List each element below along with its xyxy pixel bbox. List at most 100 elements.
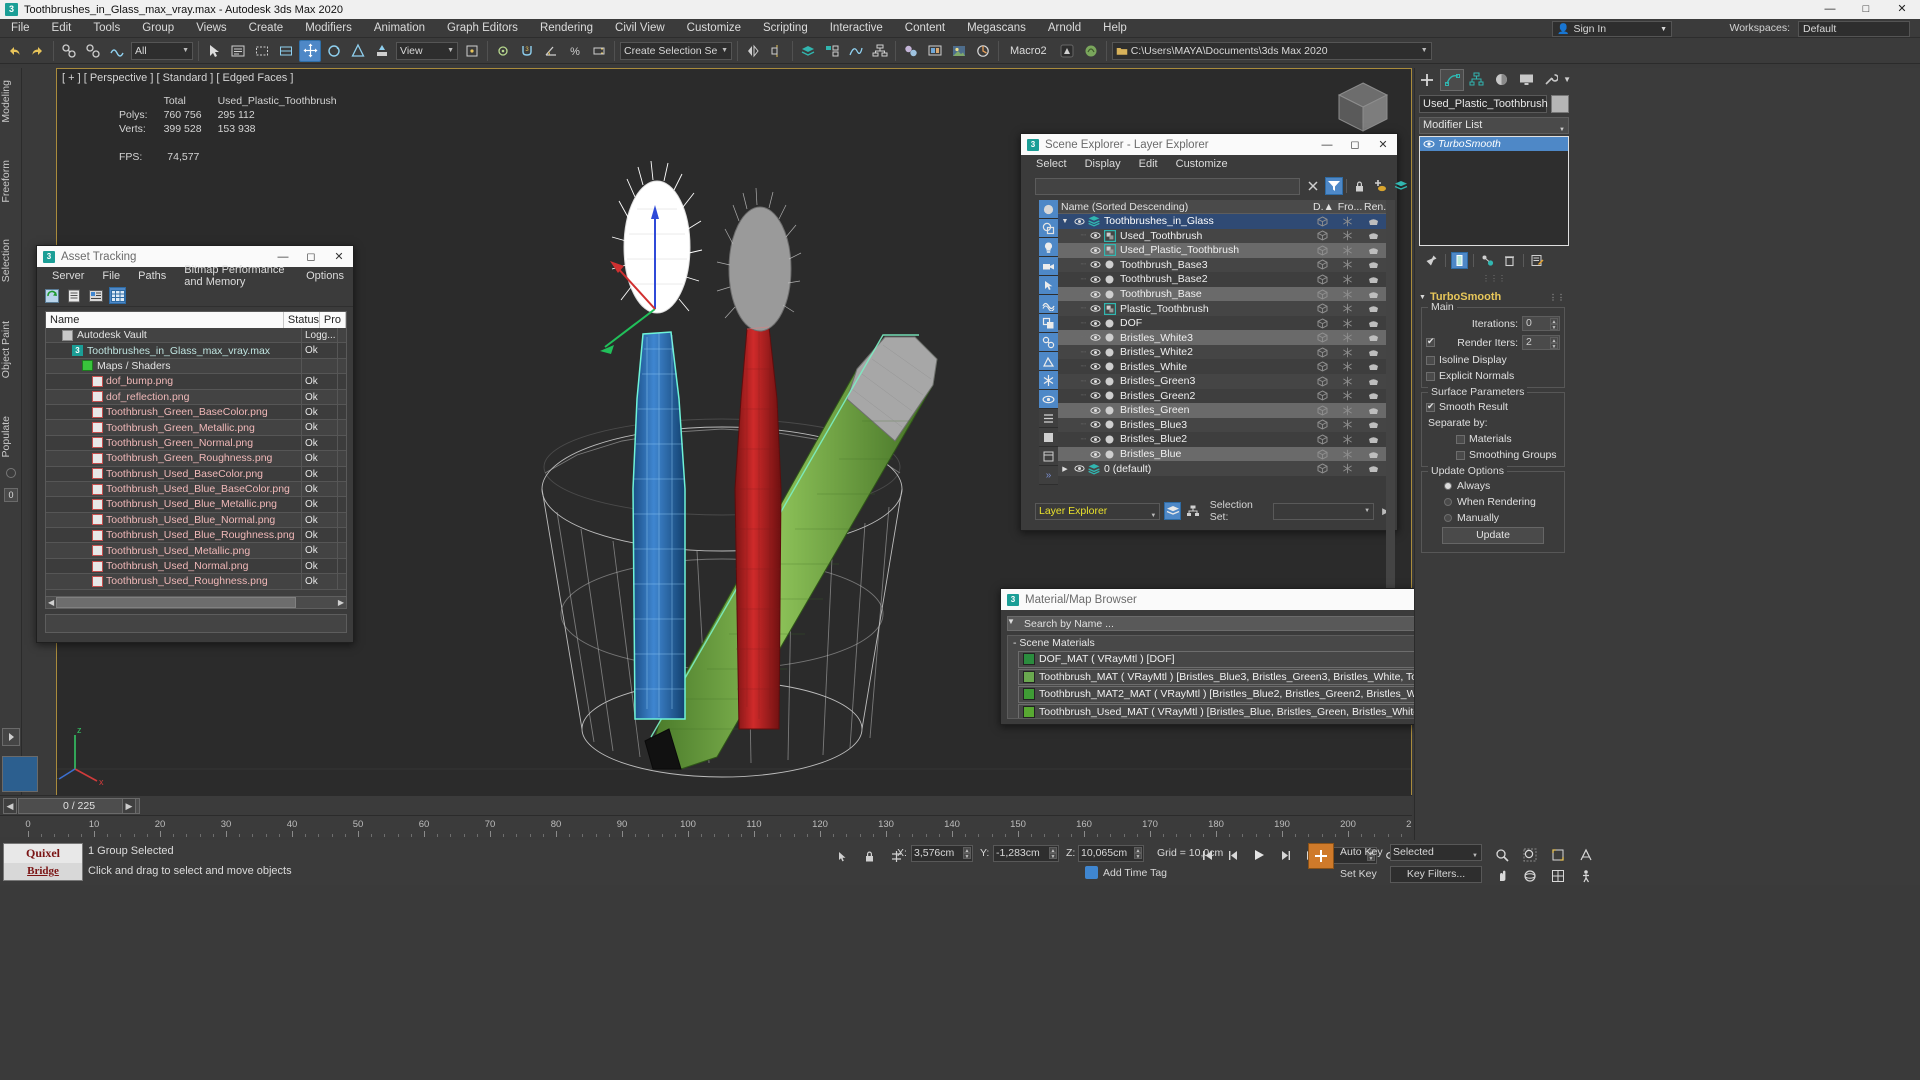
- filter-bones-icon[interactable]: [1039, 352, 1058, 371]
- manually-row[interactable]: Manually: [1426, 512, 1560, 524]
- select-link-button[interactable]: [58, 40, 80, 62]
- object-name-field[interactable]: Used_Plastic_Toothbrush: [1419, 95, 1548, 113]
- visibility-eye-icon[interactable]: [1072, 216, 1086, 227]
- visibility-eye-icon[interactable]: [1088, 419, 1102, 430]
- menu-item-modifiers[interactable]: Modifiers: [294, 19, 363, 38]
- display-column-icon[interactable]: [1317, 245, 1342, 256]
- menu-item-content[interactable]: Content: [894, 19, 956, 38]
- select-and-place-button[interactable]: [371, 40, 393, 62]
- render-iters-spinner[interactable]: ▲ ▼: [1550, 337, 1558, 350]
- scene-explorer-row[interactable]: ▼ Toothbrushes_in_Glass: [1058, 214, 1392, 229]
- scroll-right-icon[interactable]: ▶: [336, 598, 346, 607]
- menu-item-help[interactable]: Help: [1092, 19, 1138, 38]
- close-button[interactable]: ✕: [1884, 0, 1920, 19]
- remove-modifier-icon[interactable]: [1501, 252, 1518, 269]
- frozen-column-icon[interactable]: [1342, 216, 1367, 227]
- frozen-column-icon[interactable]: [1342, 390, 1367, 401]
- modifier-eye-icon[interactable]: [1420, 138, 1438, 150]
- auto-key-label[interactable]: Auto Key: [1340, 846, 1383, 858]
- mirror-button[interactable]: [742, 40, 764, 62]
- viewport-label[interactable]: [ + ] [ Perspective ] [ Standard ] [ Edg…: [62, 72, 293, 84]
- display-column-icon[interactable]: [1317, 216, 1342, 227]
- quixel-bridge-icon[interactable]: [1056, 40, 1078, 62]
- menu-item-create[interactable]: Create: [238, 19, 295, 38]
- menu-item-scripting[interactable]: Scripting: [752, 19, 819, 38]
- asset-tracking-grid[interactable]: Name Status Pro Autodesk Vault Logg... 3 To…: [45, 311, 347, 607]
- scene-menu-select[interactable]: Select: [1027, 158, 1076, 170]
- spinner-snap-button[interactable]: [588, 40, 610, 62]
- manually-radio[interactable]: [1444, 514, 1452, 522]
- x-coordinate-field[interactable]: 3,576cm ▲ ▼: [911, 845, 973, 862]
- menu-item-group[interactable]: Group: [131, 19, 185, 38]
- view-cube[interactable]: [1331, 75, 1395, 139]
- ribbon-expand-icon[interactable]: 0: [4, 488, 18, 502]
- isoline-row[interactable]: Isoline Display: [1426, 354, 1560, 366]
- workspace-selector[interactable]: Default: [1798, 21, 1910, 37]
- display-column-icon[interactable]: [1317, 419, 1342, 430]
- viewport-color-swatch[interactable]: [2, 756, 38, 792]
- collapse-triangle-icon[interactable]: ▶: [1058, 465, 1072, 473]
- filter-xrefs-icon[interactable]: [1039, 333, 1058, 352]
- tab-utilities[interactable]: [1538, 69, 1563, 91]
- ribbon-tab-object-paint[interactable]: Object Paint: [0, 313, 22, 386]
- menu-item-edit[interactable]: Edit: [41, 19, 83, 38]
- explorer-mode-combo[interactable]: Layer Explorer ▼: [1035, 502, 1161, 520]
- scene-explorer-tree[interactable]: Name (Sorted Descending) D.▲ Fro... Ren.…: [1058, 200, 1392, 476]
- scene-explorer-row[interactable]: ┈ Bristles_White3: [1058, 330, 1392, 345]
- play-animation-icon[interactable]: [1248, 844, 1270, 866]
- table-row[interactable]: Maps / Shaders: [46, 358, 346, 375]
- hierarchy-mode-icon[interactable]: [1185, 502, 1202, 520]
- auto-key-big-button[interactable]: [1308, 843, 1334, 869]
- select-object-button[interactable]: [203, 40, 225, 62]
- filter-geometry-icon[interactable]: [1039, 200, 1058, 219]
- grid-view-icon[interactable]: [109, 287, 126, 304]
- scene-explorer-row[interactable]: ┈ Toothbrush_Base3: [1058, 257, 1392, 273]
- scene-explorer-column-header[interactable]: Name (Sorted Descending) D.▲ Fro... Ren.…: [1058, 200, 1392, 214]
- menu-item-rendering[interactable]: Rendering: [529, 19, 604, 38]
- scene-explorer-row[interactable]: ┈ Bristles_Green2: [1058, 388, 1392, 404]
- filter-icon[interactable]: [1325, 177, 1343, 195]
- tab-motion[interactable]: [1489, 69, 1514, 91]
- pan-view-icon[interactable]: [1491, 865, 1513, 887]
- visibility-eye-icon[interactable]: [1088, 274, 1102, 285]
- display-column-icon[interactable]: [1317, 448, 1342, 460]
- asset-tracking-dialog[interactable]: 3 Asset Tracking — ◻ ✕ Server File Paths Bi…: [36, 245, 354, 643]
- scene-explorer-row[interactable]: ┈ Used_Plastic_Toothbrush: [1058, 243, 1392, 258]
- table-row[interactable]: Toothbrush_Used_Blue_BaseColor.png Ok: [46, 481, 346, 498]
- pin-stack-icon[interactable]: [1423, 252, 1440, 269]
- reference-coordinate-system-combo[interactable]: View ▼: [396, 41, 458, 60]
- frozen-column-icon[interactable]: [1342, 289, 1367, 300]
- table-row[interactable]: Toothbrush_Used_Blue_Normal.png Ok: [46, 512, 346, 529]
- scrollbar-thumb[interactable]: [56, 597, 297, 608]
- modifier-list-combo[interactable]: Modifier List ▼: [1419, 117, 1569, 134]
- filter-list-icon[interactable]: [1039, 409, 1058, 428]
- render-production-button[interactable]: [972, 40, 994, 62]
- expand-more-icon[interactable]: »: [1039, 466, 1058, 485]
- quixel-bridge-logo[interactable]: Quixel Bridge: [3, 843, 83, 881]
- scene-explorer-maximize[interactable]: ◻: [1341, 138, 1369, 151]
- display-column-icon[interactable]: [1317, 288, 1342, 300]
- select-and-manipulate-button[interactable]: [492, 40, 514, 62]
- bind-space-warp-button[interactable]: [106, 40, 128, 62]
- select-and-scale-button[interactable]: [347, 40, 369, 62]
- when-rendering-row[interactable]: When Rendering: [1426, 496, 1560, 508]
- lock-icon[interactable]: [858, 845, 880, 867]
- render-iters-field[interactable]: 2 ▲ ▼: [1522, 335, 1560, 350]
- when-rendering-radio[interactable]: [1444, 498, 1452, 506]
- make-unique-icon[interactable]: [1479, 252, 1496, 269]
- table-row[interactable]: Toothbrush_Green_BaseColor.png Ok: [46, 404, 346, 421]
- walkthrough-icon[interactable]: [1575, 865, 1597, 887]
- snaps-toggle-button[interactable]: 3: [516, 40, 538, 62]
- configure-modifier-sets-icon[interactable]: [1529, 252, 1546, 269]
- filter-groups-icon[interactable]: [1039, 314, 1058, 333]
- window-crossing-button[interactable]: [275, 40, 297, 62]
- time-slider-track[interactable]: [148, 798, 1408, 814]
- selection-lock-toggle-icon[interactable]: [831, 845, 853, 867]
- frozen-column-icon[interactable]: [1342, 419, 1367, 430]
- scene-explorer-close[interactable]: ✕: [1369, 138, 1397, 151]
- detail-view-icon[interactable]: [87, 287, 104, 304]
- menu-item-customize[interactable]: Customize: [676, 19, 752, 38]
- command-panel-overflow-icon[interactable]: ▼: [1563, 75, 1575, 84]
- scene-explorer-row[interactable]: ┈ DOF: [1058, 315, 1392, 331]
- frozen-column-icon[interactable]: [1342, 274, 1367, 285]
